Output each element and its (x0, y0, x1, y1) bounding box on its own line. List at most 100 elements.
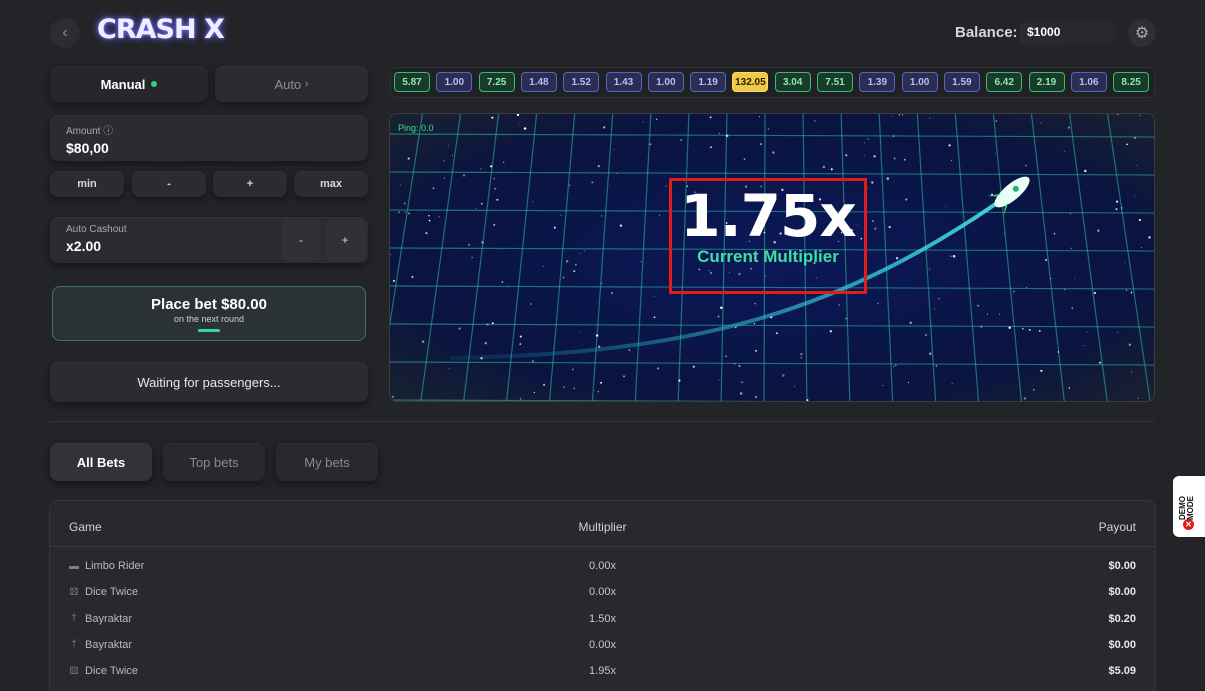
tab-auto[interactable]: Auto › (215, 66, 368, 102)
star (519, 335, 522, 338)
settings-button[interactable]: ⚙ (1128, 19, 1156, 47)
star (1093, 291, 1097, 295)
star (725, 134, 729, 138)
history-chip: 1.00 (647, 72, 684, 92)
star (980, 325, 983, 328)
star (929, 268, 931, 270)
star (806, 399, 809, 401)
star (1049, 277, 1052, 280)
star (725, 355, 727, 358)
tab-top-bets[interactable]: Top bets (163, 443, 265, 481)
back-button[interactable]: ‹ (50, 18, 80, 48)
tab-manual-label: Manual (100, 76, 146, 92)
history-chip: 8.25 (1113, 72, 1150, 92)
star (1126, 143, 1129, 146)
amount-field[interactable]: Amount ⓘ $80,00 (50, 115, 368, 161)
star (649, 143, 652, 146)
history-chip: 1.19 (690, 72, 727, 92)
place-bet-subtitle: on the next round (173, 314, 245, 324)
star (519, 398, 522, 400)
star (935, 365, 938, 367)
table-row[interactable]: ▬ Limbo Rider 0.00x $0.00 (50, 554, 1155, 580)
payout-cell: $0.20 (1108, 612, 1136, 625)
header-divider (50, 546, 1155, 547)
star (718, 132, 720, 134)
star (501, 281, 504, 283)
decrease-button[interactable]: - (132, 171, 206, 197)
table-row[interactable]: ⚄ Dice Twice 0.00x $0.00 (50, 580, 1155, 606)
star (995, 120, 998, 122)
star (519, 343, 522, 345)
star (486, 323, 489, 326)
star (603, 126, 606, 129)
history-chip: 5.87 (394, 72, 430, 92)
star (680, 139, 683, 141)
history-chip: 132.05 (732, 72, 769, 92)
star (692, 365, 695, 368)
max-button[interactable]: max (294, 171, 368, 197)
payout-cell: $0.00 (1108, 560, 1136, 572)
star (1040, 122, 1042, 124)
star (573, 270, 576, 273)
star (898, 114, 901, 116)
section-divider (50, 421, 1155, 422)
place-bet-button[interactable]: Place bet $80.00 on the next round (52, 286, 366, 341)
star (1130, 371, 1133, 373)
column-header-multiplier: Multiplier (578, 520, 627, 534)
star (491, 322, 494, 325)
star (597, 164, 600, 168)
table-row[interactable]: ⚄ Dice Twice 1.95x $5.09 (50, 659, 1155, 685)
star (628, 349, 631, 351)
star (523, 127, 527, 130)
star (1008, 326, 1011, 329)
cashout-decrease-button[interactable]: - (281, 219, 321, 261)
cashout-increase-button[interactable]: + (325, 219, 365, 261)
star (710, 146, 712, 149)
star (907, 382, 910, 384)
star (657, 367, 660, 370)
star (758, 116, 760, 118)
star (800, 352, 803, 356)
multiplier-cell: 0.00x (589, 586, 616, 599)
tab-manual[interactable]: Manual (50, 66, 208, 102)
tab-my-bets[interactable]: My bets (276, 443, 378, 481)
star (1137, 397, 1140, 399)
table-row[interactable]: † Bayraktar 1.50x $0.20 (50, 607, 1155, 633)
star (800, 357, 802, 359)
star (1117, 332, 1119, 333)
star (532, 360, 534, 363)
history-chip: 1.39 (859, 72, 896, 92)
star (600, 381, 603, 384)
star (1032, 388, 1035, 391)
increase-button[interactable]: + (213, 171, 287, 197)
tab-all-bets[interactable]: All Bets (50, 443, 152, 481)
history-chip: 7.25 (478, 72, 515, 92)
demo-mode-label: DEMO MODE (1178, 496, 1195, 520)
star (597, 390, 600, 393)
star (830, 168, 833, 171)
min-button[interactable]: min (50, 171, 124, 197)
star (623, 375, 625, 378)
star (484, 341, 488, 345)
star (864, 154, 865, 156)
star (739, 392, 743, 395)
star (1025, 164, 1027, 167)
table-row[interactable]: † Bayraktar 0.00x $0.00 (50, 633, 1155, 659)
amount-label: Amount ⓘ (66, 126, 114, 137)
star (753, 322, 756, 325)
star (1139, 115, 1141, 116)
star (892, 135, 895, 137)
column-header-payout: Payout (1098, 520, 1136, 534)
star (1071, 307, 1074, 309)
balance-label: Balance: (955, 24, 1018, 41)
star (601, 282, 603, 284)
star (490, 165, 493, 168)
star (1085, 331, 1088, 333)
star (929, 352, 932, 355)
star (1098, 361, 1102, 364)
star (563, 386, 565, 388)
star (1023, 397, 1026, 400)
star (1074, 277, 1076, 279)
balance-value: $1000 (1020, 21, 1116, 45)
multiplier-history: 5.87 1.00 7.25 1.48 1.52 1.43 1.00 1.19 132.05 3.… (390, 67, 1155, 98)
